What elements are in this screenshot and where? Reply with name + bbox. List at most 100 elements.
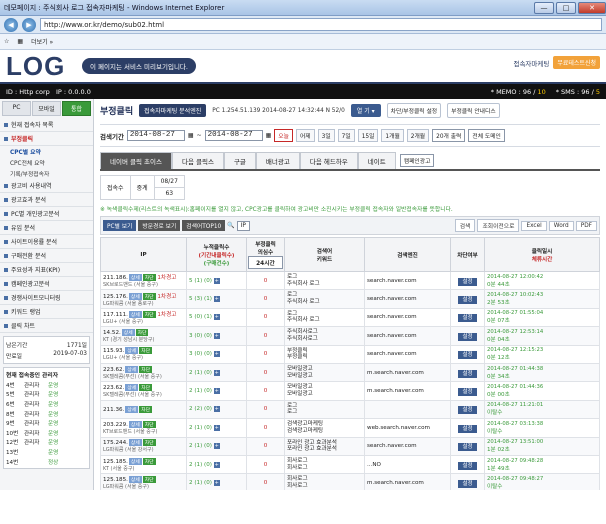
search-row: 검색기간 2014-08-27 ▦ ~ 2014-08-27 ▦ 오늘 어제 3… <box>100 124 600 147</box>
table-row[interactable]: 223.62. 상세 차단 SK텔레콤(무선) (서울 중구) 2 (1) (0) +… <box>100 362 600 383</box>
calendar-icon[interactable]: ▦ <box>188 132 194 139</box>
setting-button[interactable]: 설정 <box>458 369 477 378</box>
setting-button[interactable]: 설정 <box>458 314 477 323</box>
open-dropdown[interactable]: 열 기 ▾ <box>350 104 381 117</box>
sidebar-item-ad-effect[interactable]: 광고효과 분석 <box>0 193 93 207</box>
pdf-button[interactable]: PDF <box>575 220 597 231</box>
table-row[interactable]: 211.186. 상세 차단 1차경고 SK브로드밴드 (서울 중구) 5 (1) (0… <box>100 270 600 291</box>
col-block[interactable]: 차단여부 <box>450 237 485 272</box>
table-row[interactable]: 125.185. 상세 차단 LG파워콤 (서울 중구) 2 (1) (0) +0 회사… <box>100 473 600 490</box>
today-button[interactable]: 오늘 <box>274 129 293 142</box>
per-page-select[interactable]: 20개 출력 <box>432 129 466 142</box>
sidebar-item-ad-cost[interactable]: 광고비 사용내역 <box>0 179 93 193</box>
tools-more[interactable]: 더보기 » <box>31 37 53 46</box>
cell-engine: search.naver.com <box>364 289 451 309</box>
block-setting-button[interactable]: 차단/부정클릭 설정 <box>386 103 442 118</box>
favorites-icon[interactable]: ☆ <box>4 38 9 45</box>
tab-integrated[interactable]: 통합 <box>62 101 91 116</box>
yesterday-button[interactable]: 어제 <box>295 129 315 142</box>
setting-button[interactable]: 설정 <box>458 461 477 470</box>
sidebar-item-visitors[interactable]: 현재 접속자 목록 <box>0 118 93 132</box>
table-row[interactable]: 117.111. 상세 차단 1차경고 LGU+ (서울 중구) 5 (0) (1) +… <box>100 307 600 328</box>
setting-button[interactable]: 설정 <box>458 351 477 360</box>
col-engine[interactable]: 검색엔진 <box>364 237 451 272</box>
tab-banner[interactable]: 배너광고 <box>255 152 300 169</box>
domain-select[interactable]: 전체 도메인 <box>468 129 505 142</box>
tab-pc[interactable]: PC <box>2 101 31 116</box>
tab-naver[interactable]: 네이버 클릭 초이스 <box>100 152 172 169</box>
table-row[interactable]: 125.176. 상세 차단 1차경고 LG파워콤 (서울 종로구) 5 (3) (1)… <box>100 289 600 309</box>
sidebar-item-pc-ad[interactable]: PC별 개인광고분석 <box>0 207 93 221</box>
tab-daum-head[interactable]: 다음 헤드하우 <box>299 152 358 169</box>
cell-ip: 125.185. 상세 차단 KT (서울 중구) <box>100 454 187 475</box>
sidebar-item-campaign[interactable]: 캠페인광고분석 <box>0 277 93 291</box>
3day-button[interactable]: 3일 <box>317 129 335 142</box>
col-ip[interactable]: IP <box>100 237 187 272</box>
tab-mobile[interactable]: 모바일 <box>32 101 61 116</box>
1month-button[interactable]: 1개월 <box>381 129 404 142</box>
word-button[interactable]: Word <box>548 220 574 231</box>
2month-button[interactable]: 2개월 <box>406 129 430 142</box>
table-row[interactable]: 203.229. 상세 차단 KT브로드밴드 (서울 중구) 2 (1) (0) +0… <box>100 418 600 438</box>
setting-button[interactable]: 설정 <box>458 332 477 341</box>
visit-path-button[interactable]: 방문경로 보기 <box>138 220 181 231</box>
search-field-select[interactable]: IP <box>236 220 250 231</box>
sidebar-item-inflow[interactable]: 유입 분석 <box>0 221 93 235</box>
user-ip: IP : 0.0.0.0 <box>55 87 91 96</box>
7day-button[interactable]: 7일 <box>337 129 355 142</box>
cell-time: 2014-08-27 12:00:42 0분 44초 <box>484 270 600 291</box>
setting-button[interactable]: 설정 <box>458 479 477 488</box>
sidebar-sub-records[interactable]: 기록/부정접속자 <box>0 168 93 179</box>
table-row[interactable]: 14.52. 상세 차단 KT (경기 성남시 분당구) 3 (0) (0) +0 주식… <box>100 326 600 346</box>
sidebar-sub-cpc-all[interactable]: CPC전체 요약 <box>0 157 93 168</box>
tab-nate[interactable]: 네이트 <box>357 152 396 169</box>
sidebar-item-keyword-rank[interactable]: 키워드 랭업 <box>0 305 93 319</box>
back-icon[interactable]: ◀ <box>4 17 18 32</box>
setting-button[interactable]: 설정 <box>458 296 477 305</box>
table-row[interactable]: 175.244. 상세 차단 LG파워콤 (서울 강서구) 2 (1) (0) +0 포… <box>100 436 600 456</box>
setting-button[interactable]: 설정 <box>458 388 477 397</box>
calendar-icon[interactable]: ▦ <box>266 132 272 139</box>
sidebar-item-usage[interactable]: 사이트이용률 분석 <box>0 235 93 249</box>
page-icon[interactable]: ▦ <box>17 38 23 45</box>
col-fraud[interactable]: 부정클릭 의심수 24시간 <box>246 237 285 272</box>
search-button[interactable]: 검색 <box>454 219 476 232</box>
logo[interactable]: LOG <box>6 51 68 82</box>
tab-google[interactable]: 구글 <box>223 152 256 169</box>
setting-button[interactable]: 설정 <box>458 406 477 415</box>
url-input[interactable]: http://www.or.kr/demo/sub02.html <box>40 18 602 31</box>
15day-button[interactable]: 15일 <box>357 129 379 142</box>
free-trial-button[interactable]: 무료테스트신청 <box>553 56 600 69</box>
date-from-input[interactable]: 2014-08-27 <box>126 130 185 141</box>
excel-button[interactable]: Excel <box>521 220 547 231</box>
setting-button[interactable]: 설정 <box>458 443 477 452</box>
reset-button[interactable]: 조회이전으로 <box>477 219 520 232</box>
col-search[interactable]: 검색어 키워드 <box>284 237 365 272</box>
tab-daum[interactable]: 다음 클릭스 <box>171 152 224 169</box>
pc-view-button[interactable]: PC별 보기 <box>103 220 137 231</box>
table-row[interactable]: 115.93. 상세 차단 LGU+ (서울 중구) 3 (0) (0) +0 부정클릭… <box>100 344 600 364</box>
keyword-top10-button[interactable]: 검색어TOP10 <box>182 220 226 231</box>
sidebar-item-click-chart[interactable]: 클릭 차트 <box>0 319 93 333</box>
campaign-select[interactable]: 캠페인광고 <box>399 154 435 167</box>
forward-icon[interactable]: ▶ <box>22 17 36 32</box>
table-row[interactable]: 125.185. 상세 차단 KT (서울 중구) 2 (1) (0) +0 회사로그 회… <box>100 454 600 475</box>
setting-button[interactable]: 설정 <box>458 424 477 433</box>
setting-button[interactable]: 설정 <box>458 277 477 286</box>
close-button[interactable]: ✕ <box>578 1 606 14</box>
maximize-button[interactable]: □ <box>556 1 576 14</box>
cell-keyword: 회사로그 회사로그 <box>284 454 365 475</box>
cell-time: 2014-08-27 12:15:23 0분 12초 <box>484 344 600 364</box>
col-clicks[interactable]: 누적클릭수 (기간내클릭수) (구매건수) <box>186 237 247 272</box>
sidebar-item-competitor[interactable]: 경쟁사이트모니터링 <box>0 291 93 305</box>
sidebar-item-fraud-click[interactable]: 부정클릭 <box>0 132 93 146</box>
col-time[interactable]: 클릭일시 체류시간 <box>484 237 600 272</box>
minimize-button[interactable]: — <box>534 1 554 14</box>
sidebar-sub-cpc-summary[interactable]: CPC별 요약 <box>0 146 93 157</box>
date-to-input[interactable]: 2014-08-27 <box>204 130 263 141</box>
table-row[interactable]: 211.36. 상세 차단 2 (2) (0) +0 로그 로그 설정 2014-08-27… <box>100 399 600 420</box>
sidebar-item-kpi[interactable]: 주요성과 지표(KPI) <box>0 263 93 277</box>
fraud-guide-button[interactable]: 부정클릭 안내디스 <box>447 103 500 118</box>
sidebar-item-conversion[interactable]: 구매전환 분석 <box>0 249 93 263</box>
table-row[interactable]: 223.62. 상세 차단 SK텔레콤(무선) (서울 중구) 2 (1) (0) +… <box>100 381 600 401</box>
